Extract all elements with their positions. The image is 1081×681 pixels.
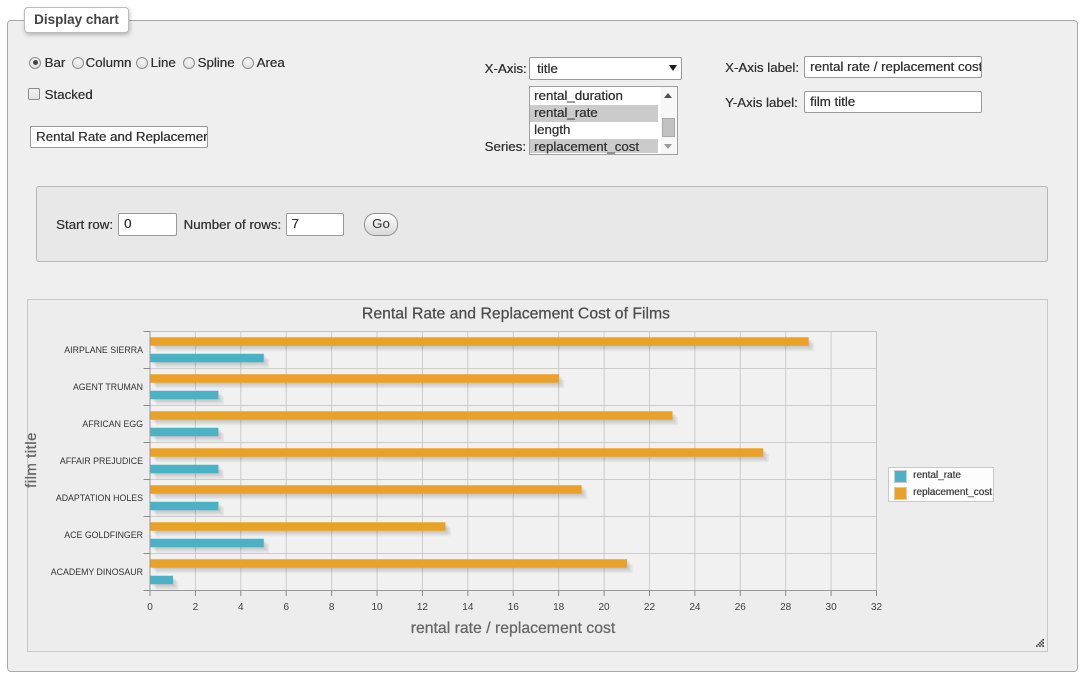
svg-text:Rental Rate and Replacement Co: Rental Rate and Replacement Cost of Film…: [362, 306, 670, 323]
svg-text:AFFAIR PREJUDICE: AFFAIR PREJUDICE: [60, 456, 143, 466]
svg-text:ACADEMY DINOSAUR: ACADEMY DINOSAUR: [51, 567, 143, 577]
svg-text:32: 32: [871, 602, 883, 613]
svg-text:6: 6: [283, 602, 289, 613]
svg-text:2: 2: [193, 602, 199, 613]
svg-text:rental rate / replacement cost: rental rate / replacement cost: [411, 620, 616, 637]
svg-text:10: 10: [371, 602, 383, 613]
svg-text:24: 24: [689, 602, 701, 613]
svg-text:16: 16: [508, 602, 520, 613]
svg-text:8: 8: [329, 602, 335, 613]
svg-text:4: 4: [238, 602, 244, 613]
svg-text:12: 12: [417, 602, 429, 613]
svg-text:0: 0: [147, 602, 153, 613]
svg-text:AIRPLANE SIERRA: AIRPLANE SIERRA: [64, 345, 143, 355]
svg-text:ADAPTATION HOLES: ADAPTATION HOLES: [56, 493, 143, 503]
svg-text:26: 26: [735, 602, 747, 613]
svg-text:22: 22: [644, 602, 656, 613]
svg-text:ACE GOLDFINGER: ACE GOLDFINGER: [64, 530, 143, 540]
svg-text:30: 30: [826, 602, 838, 613]
svg-text:28: 28: [780, 602, 792, 613]
svg-text:AFRICAN EGG: AFRICAN EGG: [82, 419, 143, 429]
svg-text:AGENT TRUMAN: AGENT TRUMAN: [73, 382, 143, 392]
svg-text:film title: film title: [23, 432, 40, 488]
svg-text:18: 18: [553, 602, 565, 613]
svg-text:14: 14: [462, 602, 474, 613]
svg-text:20: 20: [598, 602, 610, 613]
